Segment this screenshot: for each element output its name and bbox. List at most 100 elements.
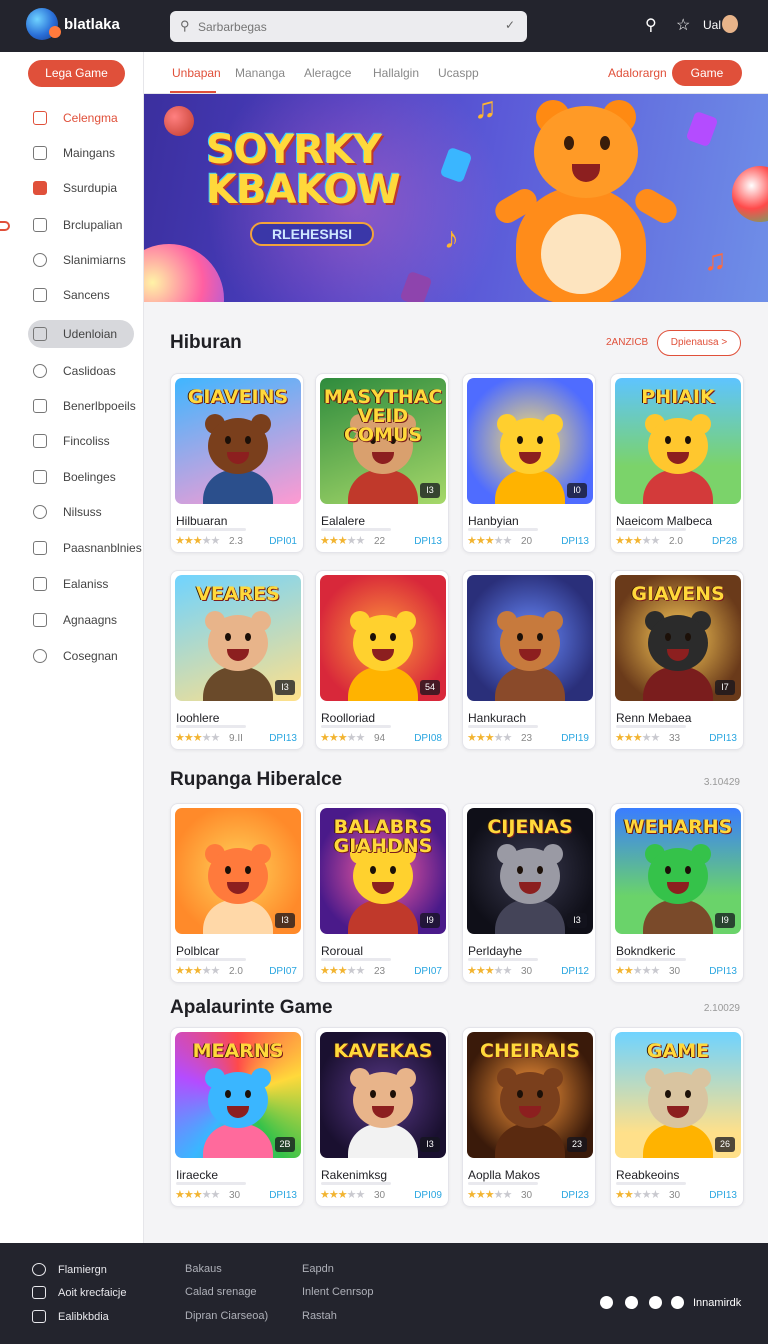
game-tag[interactable]: DPI13 xyxy=(414,536,442,547)
tab-ucaspp[interactable]: Ucaspp xyxy=(438,66,479,80)
tab-hallalgin[interactable]: Hallalgin xyxy=(373,66,419,80)
game-card[interactable]: I3 Polblcar ★★★★★ 2.0 DPI07 xyxy=(170,803,304,983)
sidebar-item-cosegnan[interactable]: Cosegnan xyxy=(28,642,134,670)
search-icon[interactable]: ⚲ xyxy=(645,15,657,35)
user-label[interactable]: Ual xyxy=(703,18,721,32)
sidebar-item-ealaniss[interactable]: Ealaniss xyxy=(28,570,134,598)
search-bar[interactable]: ⚲ ✓ xyxy=(170,11,527,42)
game-tag[interactable]: DPI08 xyxy=(414,733,442,744)
trophy-icon[interactable]: ☆ xyxy=(676,15,690,35)
game-card[interactable]: BALABRS GIAHDNS I9 Roroual ★★★★★ 23 DPI0… xyxy=(315,803,449,983)
game-card[interactable]: CIJENAS I3 Perldayhe ★★★★★ 30 DPI12 xyxy=(462,803,596,983)
footer-link[interactable]: Eapdn xyxy=(302,1263,334,1275)
tab-unbapan[interactable]: Unbapan xyxy=(172,66,221,80)
tab-manangа[interactable]: Manangа xyxy=(235,66,285,80)
game-card[interactable]: Hankurach ★★★★★ 23 DPI19 xyxy=(462,570,596,750)
game-card[interactable]: MEARNS 2B Iiraecke ★★★★★ 30 DPI13 xyxy=(170,1027,304,1207)
sidebar-item-agnaagns[interactable]: Agnaagns xyxy=(28,606,134,634)
game-card[interactable]: WEHARHS I9 Bokndkeric ★★★★★ 30 DPI13 xyxy=(610,803,744,983)
game-name[interactable]: Hanbyian xyxy=(468,514,519,528)
lega-game-button[interactable]: Lega Game xyxy=(28,60,125,87)
footer-row[interactable]: Ealibkbdia xyxy=(32,1310,109,1323)
game-name[interactable]: Reabkeoins xyxy=(616,1168,679,1182)
sidebar-item-sancens[interactable]: Sancens xyxy=(28,281,134,309)
game-name[interactable]: Roroual xyxy=(321,944,363,958)
game-tag[interactable]: DPI13 xyxy=(709,733,737,744)
sidebar-item-slanimiarns[interactable]: Slanimiarns xyxy=(28,246,134,274)
footer-link[interactable]: Calad srenage xyxy=(185,1286,257,1298)
game-name[interactable]: Iiraecke xyxy=(176,1168,218,1182)
game-card[interactable]: KAVEKAS I3 Rakenimksg ★★★★★ 30 DPI09 xyxy=(315,1027,449,1207)
sidebar-item-udenloian[interactable]: Udenloian xyxy=(28,320,134,348)
game-name[interactable]: Roolloriad xyxy=(321,711,375,725)
game-name[interactable]: Hankurach xyxy=(468,711,526,725)
footer-link[interactable]: Dipran Ciarseoa) xyxy=(185,1310,268,1322)
game-thumbnail[interactable]: KAVEKAS I3 xyxy=(320,1032,446,1158)
sidebar-item-brclupalian[interactable]: Brclupalian xyxy=(28,211,134,239)
game-card[interactable]: MASYTHAC VEID COMUS I3 Ealalere ★★★★★ 22… xyxy=(315,373,449,553)
collapse-handle-icon[interactable] xyxy=(0,221,10,231)
footer-row[interactable]: Flamiergn xyxy=(32,1263,107,1276)
game-thumbnail[interactable]: MEARNS 2B xyxy=(175,1032,301,1158)
sidebar-item-boelinges[interactable]: Boelinges xyxy=(28,463,134,491)
search-input[interactable] xyxy=(198,11,488,42)
game-thumbnail[interactable]: GIAVEINS xyxy=(175,378,301,504)
game-tag[interactable]: DPI13 xyxy=(561,536,589,547)
game-thumbnail[interactable] xyxy=(467,575,593,701)
mic-icon[interactable]: ✓ xyxy=(505,18,515,32)
game-name[interactable]: Aoplla Makos xyxy=(468,1168,540,1182)
game-name[interactable]: Rakenimksg xyxy=(321,1168,387,1182)
game-card[interactable]: VEARES I3 Ioohlere ★★★★★ 9.II DPI13 xyxy=(170,570,304,750)
game-thumbnail[interactable]: 54 xyxy=(320,575,446,701)
footer-link[interactable]: Inlent Cenrsop xyxy=(302,1286,374,1298)
game-card[interactable]: GAME 26 Reabkeoins ★★★★★ 30 DPI13 xyxy=(610,1027,744,1207)
game-tag[interactable]: DP28 xyxy=(712,536,737,547)
game-name[interactable]: Ioohlere xyxy=(176,711,219,725)
social-icon[interactable] xyxy=(600,1296,613,1309)
sidebar-item-celengma[interactable]: Celengma xyxy=(28,104,134,132)
section-link[interactable]: 2ANZICB xyxy=(606,337,648,348)
adalorargn-link[interactable]: Adalorargn xyxy=(608,66,667,80)
game-thumbnail[interactable]: I3 xyxy=(175,808,301,934)
game-tag[interactable]: DPI19 xyxy=(561,733,589,744)
sidebar-item-nilsuss[interactable]: Nilsuss xyxy=(28,498,134,526)
sidebar-item-ssurdupia[interactable]: Ssurdupia xyxy=(28,174,134,202)
see-more-button[interactable]: Dpienausa > xyxy=(657,330,741,356)
game-name[interactable]: Renn Mebaea xyxy=(616,711,691,725)
game-thumbnail[interactable]: GIAVENS I7 xyxy=(615,575,741,701)
social-icon[interactable] xyxy=(625,1296,638,1309)
footer-row[interactable]: Aoit krecfaicje xyxy=(32,1286,126,1299)
brand-name[interactable]: blatlaka xyxy=(64,16,120,33)
game-name[interactable]: Perldayhe xyxy=(468,944,522,958)
game-card[interactable]: CHEIRAIS 23 Aoplla Makos ★★★★★ 30 DPI23 xyxy=(462,1027,596,1207)
game-tag[interactable]: DPI23 xyxy=(561,1190,589,1201)
game-tag[interactable]: DPI01 xyxy=(269,536,297,547)
game-thumbnail[interactable]: PHIAIK xyxy=(615,378,741,504)
sidebar-item-benerlbpoeils[interactable]: Benerlbpoeils xyxy=(28,392,136,420)
game-button[interactable]: Game xyxy=(672,60,742,86)
footer-brand[interactable]: Innamirdk xyxy=(693,1297,741,1309)
footer-link[interactable]: Bakaus xyxy=(185,1263,222,1275)
game-name[interactable]: Bokndkeric xyxy=(616,944,675,958)
game-card[interactable]: 54 Roolloriad ★★★★★ 94 DPI08 xyxy=(315,570,449,750)
hero-banner[interactable]: ♫ ♪ ♫ SOYRKY KBAKOW RLEHESHSI xyxy=(144,94,768,302)
app-logo[interactable] xyxy=(26,8,61,40)
tab-aleragce[interactable]: Aleragce xyxy=(304,66,351,80)
game-tag[interactable]: DPI13 xyxy=(709,1190,737,1201)
game-tag[interactable]: DPI09 xyxy=(414,1190,442,1201)
sidebar-item-paasnanblnies[interactable]: Paasnanblnies xyxy=(28,534,142,562)
game-card[interactable]: I0 Hanbyian ★★★★★ 20 DPI13 xyxy=(462,373,596,553)
game-tag[interactable]: DPI07 xyxy=(414,966,442,977)
game-card[interactable]: PHIAIK Naeicom Malbeca ★★★★★ 2.0 DP28 xyxy=(610,373,744,553)
hero-pill[interactable]: RLEHESHSI xyxy=(250,222,374,246)
game-thumbnail[interactable]: WEHARHS I9 xyxy=(615,808,741,934)
avatar[interactable] xyxy=(722,15,738,33)
game-card[interactable]: GIAVENS I7 Renn Mebaea ★★★★★ 33 DPI13 xyxy=(610,570,744,750)
game-thumbnail[interactable]: I0 xyxy=(467,378,593,504)
game-name[interactable]: Polblcar xyxy=(176,944,219,958)
game-thumbnail[interactable]: CIJENAS I3 xyxy=(467,808,593,934)
game-name[interactable]: Ealalere xyxy=(321,514,365,528)
game-tag[interactable]: DPI07 xyxy=(269,966,297,977)
game-card[interactable]: GIAVEINS Hilbuaran ★★★★★ 2.3 DPI01 xyxy=(170,373,304,553)
game-tag[interactable]: DPI13 xyxy=(269,1190,297,1201)
